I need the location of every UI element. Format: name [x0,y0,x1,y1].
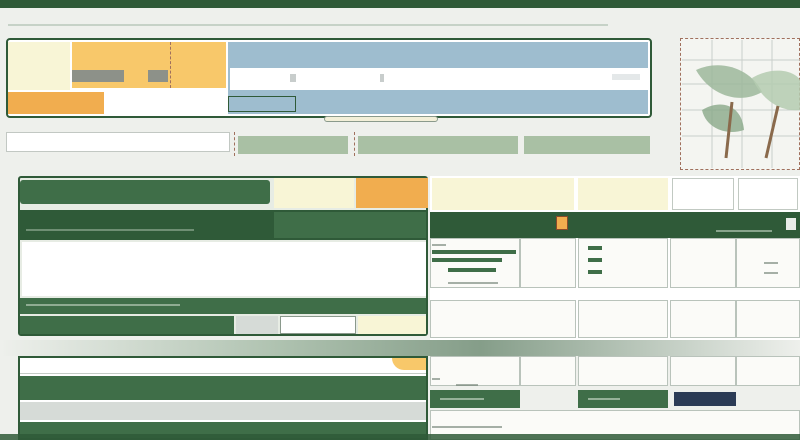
col5-line-1 [764,262,778,264]
bottom-grid-line-3 [432,426,502,428]
leaf-plant-icon [682,40,800,168]
section-bar [20,298,426,314]
note-sub [280,195,320,204]
grid-col-4[interactable] [670,238,736,288]
grid-header-cell-2 [578,178,668,210]
bottom-grid-4[interactable] [670,356,736,386]
field-placeholder-1 [290,74,296,82]
title-underline [8,24,608,26]
grid-row-2c[interactable] [670,300,736,338]
filter-tab-3[interactable] [524,136,650,154]
filter-tab-1[interactable] [238,136,348,154]
row-text-2 [432,258,502,262]
divider-band [0,340,800,356]
bottom-row-1[interactable] [20,402,426,420]
row-text-3 [448,268,496,272]
grid-toolbar [430,212,800,238]
top-bar [0,0,800,8]
header-subtext [26,229,194,231]
grid-row-2a[interactable] [430,300,576,338]
toolbar-subtext [716,230,772,232]
grid-header-cell-3 [672,178,734,210]
highlight-label [14,98,74,108]
top-left-cell [8,42,70,90]
bottom-status-line [440,398,484,400]
col3-mark-3 [588,270,602,274]
filter-tab-2[interactable] [358,136,518,154]
middle-field[interactable] [106,92,226,114]
row-line-1 [432,244,446,246]
bottom-grid-3[interactable] [578,356,668,386]
small-button-label [234,100,290,109]
left-panel-text-area[interactable] [22,242,426,296]
blue-panel-title [236,52,296,62]
filter-divider-2 [354,132,355,156]
left-panel-tab-label [26,187,66,197]
blue-panel-mini-field[interactable] [612,74,640,80]
top-left-field[interactable] [72,70,124,82]
section-field[interactable] [236,316,278,334]
bottom-strip [0,434,800,440]
field-placeholder-2 [380,74,384,82]
section-subtext [26,304,180,306]
bottom-grid-1[interactable] [430,356,520,386]
grid-row-2d[interactable] [736,300,800,338]
row-text-1 [432,250,516,254]
note-orange [356,178,428,208]
note-label [280,183,320,192]
section-button-label [286,320,346,329]
grid-header-cell-4 [738,178,798,210]
bottom-status-line-2 [588,398,620,400]
left-panel-header-right [280,218,330,228]
section-cream [358,316,426,334]
grid-row-2b[interactable] [578,300,668,338]
app-title [8,12,128,24]
panel-slider[interactable] [324,116,438,122]
grid-header-cell-1 [432,178,574,210]
grid-col-2[interactable] [520,238,576,288]
filter-label [12,137,82,147]
bottom-dark-cell[interactable] [674,392,736,406]
dropdown-icon[interactable] [556,216,568,230]
bottom-grid-line-1 [432,378,440,380]
left-panel-header-title [26,216,136,227]
bottom-grid-line-2 [456,384,478,386]
col5-line-2 [764,272,778,274]
col3-mark-2 [588,258,602,262]
bottom-grid-5[interactable] [736,356,800,386]
filter-divider-1 [234,132,235,156]
bottom-marker [392,358,426,370]
close-icon[interactable] [786,218,796,230]
grid-toolbar-label [490,219,520,229]
section-label [26,321,76,330]
bottom-title [26,383,86,393]
col3-mark-1 [588,246,602,250]
yellow-divider [170,42,171,88]
row-line-4 [448,282,498,284]
bottom-grid-2[interactable] [520,356,576,386]
top-left-label [14,52,68,62]
bottom-field[interactable] [20,358,426,374]
top-left-field-2[interactable] [148,70,168,82]
